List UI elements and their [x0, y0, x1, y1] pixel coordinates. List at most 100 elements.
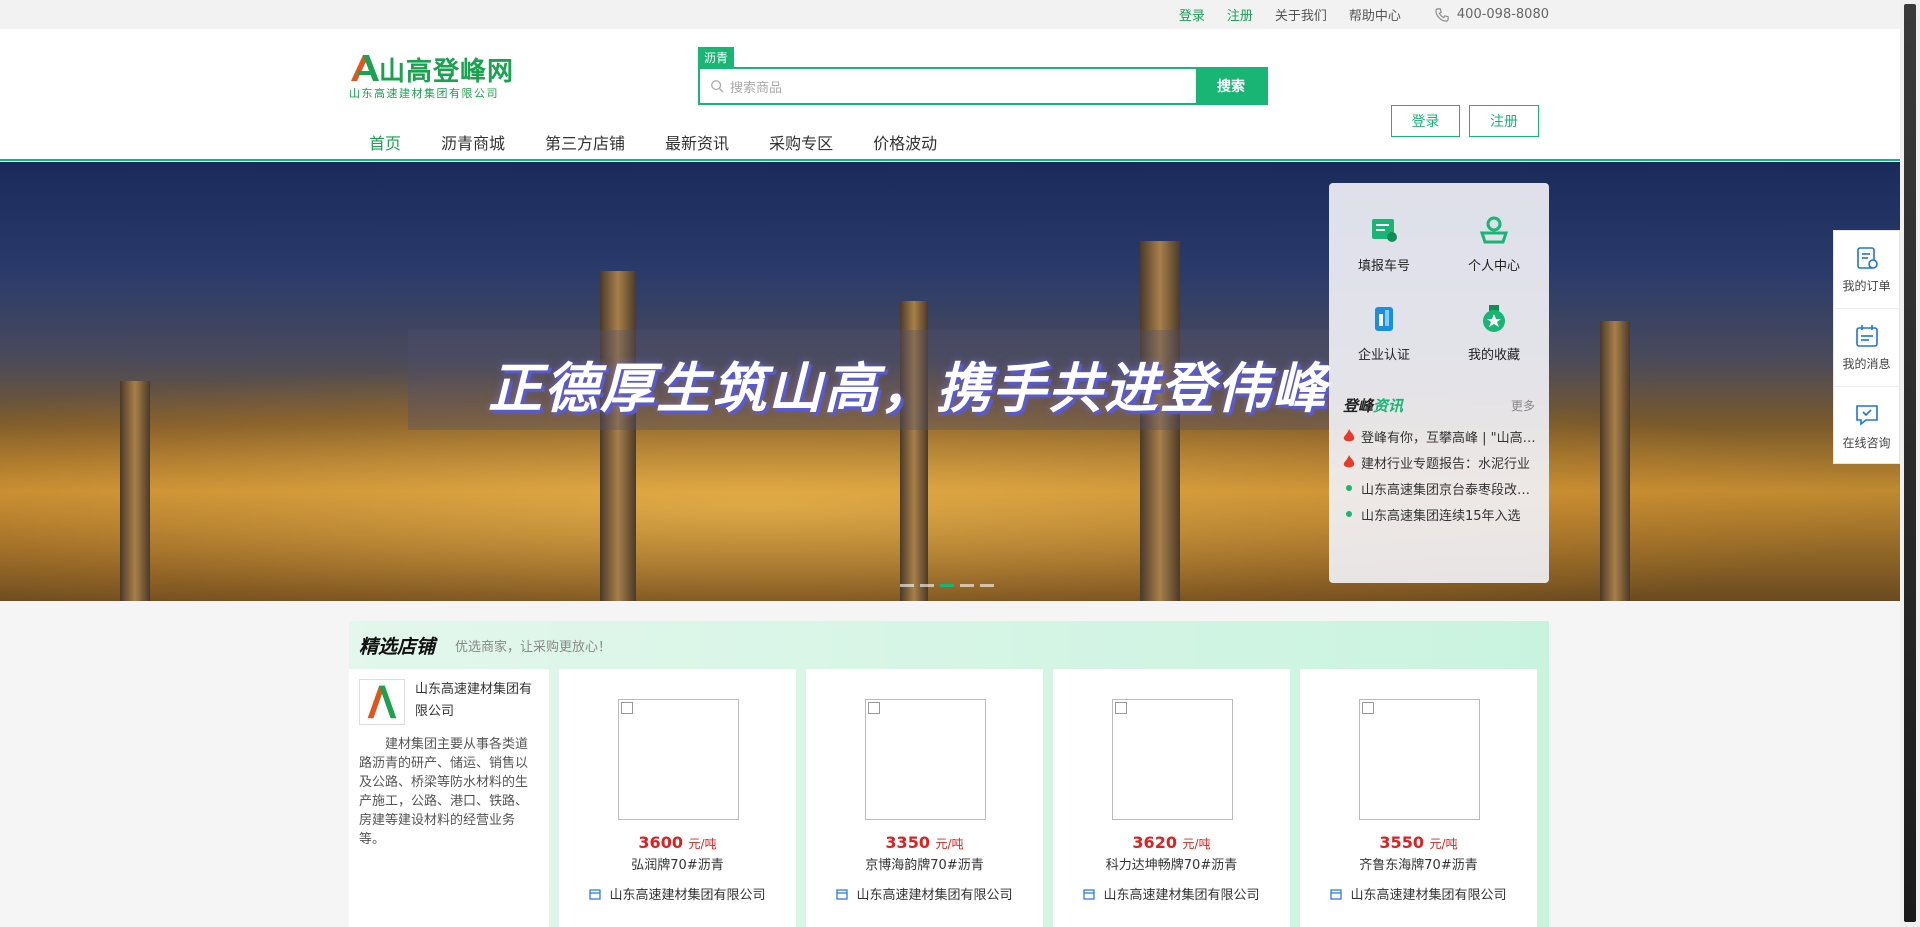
quick-label: 我的收藏 — [1467, 348, 1520, 363]
sidebar-label: 我的消息 — [1842, 357, 1891, 371]
top-login-link[interactable]: 登录 — [1179, 5, 1205, 24]
nav-third-party-shops[interactable]: 第三方店铺 — [525, 130, 645, 154]
nav-asphalt-mall[interactable]: 沥青商城 — [421, 130, 525, 154]
news-more-link[interactable]: 更多 — [1511, 397, 1535, 414]
shop-logo-mark-icon — [367, 685, 397, 719]
phone-number: 400-098-8080 — [1456, 7, 1549, 22]
product-card[interactable]: 3550 元/吨 齐鲁东海牌70#沥青 山东高速建材集团有限公司 — [1300, 669, 1537, 927]
product-shop-name: 山东高速建材集团有限公司 — [856, 888, 1013, 903]
main-nav: 首页 沥青商城 第三方店铺 最新资讯 采购专区 价格波动 — [349, 130, 957, 154]
help-link[interactable]: 帮助中心 — [1349, 5, 1401, 24]
broken-image-icon — [1115, 702, 1127, 714]
site-header: 山高登峰网 山东高速建材集团有限公司 沥青 搜索商品 搜索 登录 注册 — [0, 29, 1920, 161]
product-image[interactable] — [865, 699, 986, 820]
shop-description: 建材集团主要从事各类道路沥青的研产、储运、销售以及公路、桥梁等防水材料的生产施工… — [359, 737, 529, 847]
site-logo[interactable]: 山高登峰网 山东高速建材集团有限公司 — [349, 51, 525, 101]
logo-name: 山高登峰网 — [379, 57, 515, 87]
shop-intro-card[interactable]: 山东高速建材集团有限公司 建材集团主要从事各类道路沥青的研产、储运、销售以及公路… — [349, 669, 549, 927]
sidebar-online-consult[interactable]: 在线咨询 — [1834, 387, 1899, 465]
search-area: 沥青 搜索商品 搜索 — [698, 47, 1268, 105]
product-name[interactable]: 科力达坤畅牌70#沥青 — [1053, 854, 1290, 873]
product-name[interactable]: 齐鲁东海牌70#沥青 — [1300, 854, 1537, 873]
carousel-dot[interactable] — [980, 584, 994, 587]
product-shop-name: 山东高速建材集团有限公司 — [609, 888, 766, 903]
scrollbar-thumb[interactable] — [1904, 4, 1916, 922]
product-shop[interactable]: 山东高速建材集团有限公司 — [1300, 884, 1537, 903]
price-unit: 元/吨 — [935, 837, 964, 851]
register-button[interactable]: 注册 — [1469, 105, 1539, 137]
product-name[interactable]: 京博海韵牌70#沥青 — [806, 854, 1043, 873]
product-shop[interactable]: 山东高速建材集团有限公司 — [806, 884, 1043, 903]
product-card[interactable]: 3350 元/吨 京博海韵牌70#沥青 山东高速建材集团有限公司 — [806, 669, 1043, 927]
bullet-dot-icon — [1346, 511, 1352, 517]
broken-image-icon — [621, 702, 633, 714]
user-center-icon — [1479, 216, 1509, 244]
about-link[interactable]: 关于我们 — [1275, 5, 1327, 24]
carousel-dots — [900, 584, 994, 587]
search-category-tag[interactable]: 沥青 — [698, 47, 735, 67]
login-button[interactable]: 登录 — [1391, 105, 1460, 137]
news-item[interactable]: 登峰有你，互攀高峰 | "山高登峰网" — [1343, 423, 1539, 449]
product-shop-name: 山东高速建材集团有限公司 — [1350, 888, 1507, 903]
news-title-a: 登峰 — [1343, 397, 1374, 415]
carousel-dot-active[interactable] — [940, 584, 954, 587]
product-image[interactable] — [1359, 699, 1480, 820]
price-value: 3350 — [885, 833, 930, 852]
search-icon — [711, 80, 724, 93]
hero-banner[interactable]: 正德厚生筑山高，携手共进登伟峰 — [0, 162, 1900, 601]
news-item[interactable]: 山东高速集团京台泰枣段改扩建 — [1343, 475, 1539, 501]
nav-latest-news[interactable]: 最新资讯 — [645, 130, 749, 154]
chat-bubble-icon — [1855, 404, 1878, 426]
price-value: 3600 — [638, 833, 683, 852]
sidebar-my-messages[interactable]: 我的消息 — [1834, 309, 1899, 387]
price-value: 3550 — [1379, 833, 1424, 852]
logo-mark-icon — [351, 55, 379, 81]
product-price: 3620 元/吨 — [1053, 833, 1290, 852]
product-shop-name: 山东高速建材集团有限公司 — [1103, 888, 1260, 903]
sidebar-my-orders[interactable]: 我的订单 — [1834, 231, 1899, 309]
price-value: 3620 — [1132, 833, 1177, 852]
banner-tower — [600, 271, 636, 601]
search-placeholder: 搜索商品 — [730, 80, 783, 96]
quick-fill-plate[interactable]: 填报车号 — [1329, 215, 1439, 274]
product-price: 3600 元/吨 — [559, 833, 796, 852]
page-scrollbar[interactable] — [1900, 0, 1920, 927]
shops-subtitle: 优选商家，让采购更放心！ — [455, 639, 612, 655]
carousel-dot[interactable] — [900, 584, 914, 587]
price-unit: 元/吨 — [1429, 837, 1458, 851]
hot-fire-icon — [1343, 455, 1355, 468]
top-register-link[interactable]: 注册 — [1227, 5, 1253, 24]
quick-user-center[interactable]: 个人中心 — [1439, 215, 1549, 274]
nav-price-trend[interactable]: 价格波动 — [853, 130, 957, 154]
quick-favorites[interactable]: 我的收藏 — [1439, 304, 1549, 363]
news-item-text: 登峰有你，互攀高峰 | "山高登峰网" — [1361, 430, 1539, 446]
product-card[interactable]: 3620 元/吨 科力达坤畅牌70#沥青 山东高速建材集团有限公司 — [1053, 669, 1290, 927]
nav-home[interactable]: 首页 — [349, 130, 421, 154]
price-unit: 元/吨 — [1182, 837, 1211, 851]
sidebar-label: 我的订单 — [1842, 279, 1891, 293]
quick-enterprise-cert[interactable]: 企业认证 — [1329, 304, 1439, 363]
search-input[interactable]: 搜索商品 — [700, 69, 1196, 103]
news-item[interactable]: 建材行业专题报告：水泥行业 — [1343, 449, 1539, 475]
product-card[interactable]: 3600 元/吨 弘润牌70#沥青 山东高速建材集团有限公司 — [559, 669, 796, 927]
product-image[interactable] — [1112, 699, 1233, 820]
star-medal-icon — [1483, 305, 1505, 332]
product-price: 3550 元/吨 — [1300, 833, 1537, 852]
quick-label: 填报车号 — [1357, 259, 1410, 274]
carousel-dot[interactable] — [960, 584, 974, 587]
nav-procurement[interactable]: 采购专区 — [749, 130, 853, 154]
product-shop[interactable]: 山东高速建材集团有限公司 — [559, 884, 796, 903]
search-button[interactable]: 搜索 — [1196, 69, 1266, 103]
shop-name: 山东高速建材集团有限公司 — [415, 682, 533, 719]
product-shop[interactable]: 山东高速建材集团有限公司 — [1053, 884, 1290, 903]
product-name[interactable]: 弘润牌70#沥青 — [559, 854, 796, 873]
product-image[interactable] — [618, 699, 739, 820]
order-list-icon — [1856, 247, 1878, 269]
carousel-dot[interactable] — [920, 584, 934, 587]
banner-tower — [1600, 321, 1630, 601]
news-item[interactable]: 山东高速集团连续15年入选 — [1343, 501, 1539, 527]
news-item-text: 山东高速集团京台泰枣段改扩建 — [1361, 482, 1539, 498]
enterprise-cert-icon — [1375, 307, 1393, 331]
logo-subtitle: 山东高速建材集团有限公司 — [349, 87, 499, 100]
news-list: 登峰有你，互攀高峰 | "山高登峰网" 建材行业专题报告：水泥行业 山东高速集团… — [1343, 423, 1539, 527]
